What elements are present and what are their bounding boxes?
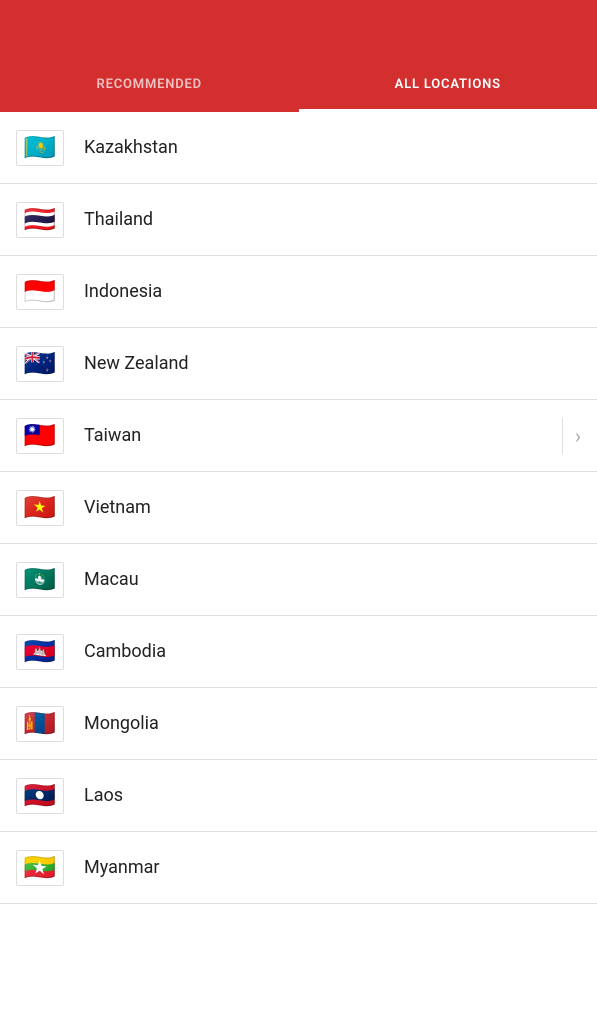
flag-indonesia: 🇮🇩	[16, 274, 64, 310]
tab-bar: RECOMMENDED ALL LOCATIONS	[0, 60, 597, 112]
location-item-indonesia[interactable]: 🇮🇩 Indonesia	[0, 256, 597, 328]
location-name-macau: Macau	[84, 569, 581, 590]
flag-taiwan: 🇹🇼	[16, 418, 64, 454]
location-name-new_zealand: New Zealand	[84, 353, 581, 374]
flag-mongolia: 🇲🇳	[16, 706, 64, 742]
tab-recommended[interactable]: RECOMMENDED	[0, 60, 299, 109]
location-item-macau[interactable]: 🇲🇴 Macau	[0, 544, 597, 616]
location-item-myanmar[interactable]: 🇲🇲 Myanmar	[0, 832, 597, 904]
location-name-kazakhstan: Kazakhstan	[84, 137, 581, 158]
chevron-taiwan: ›	[575, 424, 581, 448]
flag-new_zealand: 🇳🇿	[16, 346, 64, 382]
location-name-laos: Laos	[84, 785, 581, 806]
flag-cambodia: 🇰🇭	[16, 634, 64, 670]
location-name-indonesia: Indonesia	[84, 281, 581, 302]
flag-myanmar: 🇲🇲	[16, 850, 64, 886]
location-name-cambodia: Cambodia	[84, 641, 581, 662]
location-name-myanmar: Myanmar	[84, 857, 581, 878]
app-header	[0, 0, 597, 60]
flag-laos: 🇱🇦	[16, 778, 64, 814]
location-name-vietnam: Vietnam	[84, 497, 581, 518]
location-name-mongolia: Mongolia	[84, 713, 581, 734]
location-item-mongolia[interactable]: 🇲🇳 Mongolia	[0, 688, 597, 760]
location-list: 🇰🇿 Kazakhstan 🇹🇭 Thailand 🇮🇩 Indonesia 🇳🇿 New Z…	[0, 112, 597, 904]
location-item-thailand[interactable]: 🇹🇭 Thailand	[0, 184, 597, 256]
location-item-kazakhstan[interactable]: 🇰🇿 Kazakhstan	[0, 112, 597, 184]
location-item-new_zealand[interactable]: 🇳🇿 New Zealand	[0, 328, 597, 400]
location-item-vietnam[interactable]: 🇻🇳 Vietnam	[0, 472, 597, 544]
flag-vietnam: 🇻🇳	[16, 490, 64, 526]
location-name-thailand: Thailand	[84, 209, 581, 230]
location-item-taiwan[interactable]: 🇹🇼 Taiwan ›	[0, 400, 597, 472]
submenu-divider	[562, 418, 563, 454]
tab-all-locations[interactable]: ALL LOCATIONS	[299, 60, 597, 109]
location-item-cambodia[interactable]: 🇰🇭 Cambodia	[0, 616, 597, 688]
location-item-laos[interactable]: 🇱🇦 Laos	[0, 760, 597, 832]
flag-thailand: 🇹🇭	[16, 202, 64, 238]
location-name-taiwan: Taiwan	[84, 425, 562, 446]
flag-kazakhstan: 🇰🇿	[16, 130, 64, 166]
flag-macau: 🇲🇴	[16, 562, 64, 598]
